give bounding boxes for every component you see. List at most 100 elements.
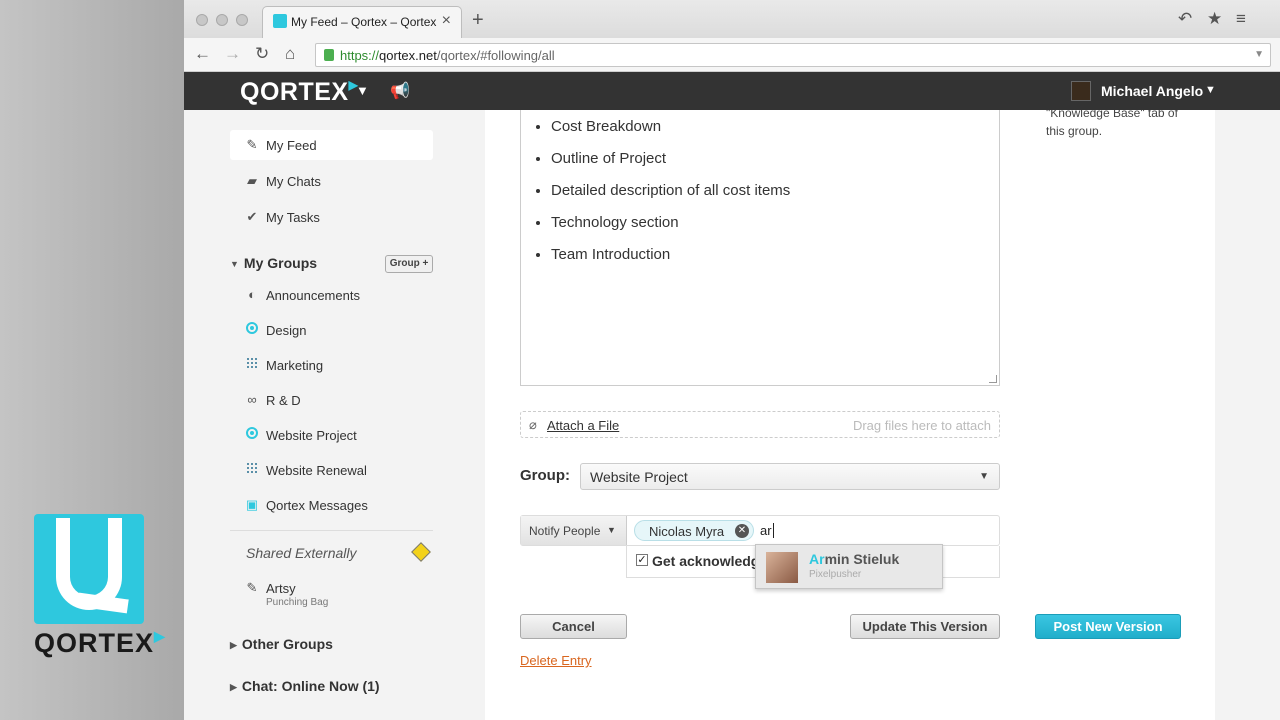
qortex-app-icon-label: QORTEX▶ (34, 628, 166, 658)
acknowledge-label: Get acknowledge (652, 553, 768, 569)
tab-title: My Feed – Qortex – Qortex (291, 15, 437, 29)
sidebar-item-label: Website Renewal (266, 463, 367, 478)
list-item: Outline of Project (551, 151, 790, 183)
sidebar-item-label: My Tasks (266, 210, 320, 225)
sidebar-item-artsy[interactable]: ✎ Artsy Punching Bag (230, 573, 433, 613)
post-new-version-button[interactable]: Post New Version (1035, 614, 1181, 639)
delete-entry-link[interactable]: Delete Entry (520, 653, 592, 668)
megaphone-icon[interactable]: 📢 (390, 81, 410, 101)
sidebar-item-sublabel: Punching Bag (266, 597, 329, 608)
sidebar-item-label: Website Project (266, 428, 357, 443)
chat-bubble-icon: ▰ (247, 173, 257, 188)
notify-people-field[interactable]: Notify People ▼ Nicolas Myra ✕ ar (520, 515, 1000, 546)
drag-hint: Drag files here to attach (852, 418, 991, 433)
group-label: Group: (520, 467, 570, 484)
sidebar-item-website-renewal[interactable]: Website Renewal (230, 455, 433, 485)
sidebar-item-label: Marketing (266, 358, 324, 373)
list-item: Technology section (551, 215, 790, 247)
shared-external-icon (411, 542, 431, 562)
secure-lock-icon (324, 49, 334, 61)
chat-online-header[interactable]: ▶ Chat: Online Now (1) (230, 678, 380, 694)
sidebar-item-r-and-d[interactable]: ∞ R & D (230, 385, 433, 415)
sidebar-item-announcements[interactable]: ◐ Announcements (230, 280, 433, 310)
sidebar-item-marketing[interactable]: Marketing (230, 350, 433, 380)
update-version-button[interactable]: Update This Version (850, 614, 1000, 639)
checkmark-icon: ✔ (246, 209, 258, 224)
avatar (766, 552, 798, 583)
content-area: ✎ My Feed ▰ My Chats ✔ My Tasks ▼ My Grou… (184, 110, 1280, 720)
resize-handle[interactable] (989, 375, 997, 383)
notify-people-button[interactable]: Notify People ▼ (521, 516, 627, 545)
home-icon[interactable]: ⌂ (285, 44, 295, 64)
entry-body-textarea[interactable]: Cost Breakdown Outline of Project Detail… (520, 110, 1000, 386)
maximize-window-button[interactable] (236, 14, 248, 26)
close-tab-icon[interactable]: × (442, 12, 451, 30)
paperclip-icon: ⌀ (529, 417, 537, 432)
forward-icon[interactable]: → (224, 44, 241, 64)
qortex-app-icon (34, 514, 144, 624)
sidebar-item-label: R & D (266, 393, 301, 408)
user-name[interactable]: Michael Angelo (1101, 83, 1203, 99)
sidebar-item-my-tasks[interactable]: ✔ My Tasks (230, 202, 433, 232)
sidebar-item-label: My Feed (266, 138, 317, 153)
sidebar-item-qortex-messages[interactable]: ▣ Qortex Messages (230, 490, 433, 520)
sidebar-item-label: Design (266, 323, 307, 338)
other-groups-header[interactable]: ▶ Other Groups (230, 636, 333, 652)
sidebar-item-label: Qortex Messages (266, 498, 368, 513)
logo-menu-caret-icon[interactable]: ▼ (356, 83, 369, 98)
qortex-icon: ▣ (245, 497, 259, 512)
compass-icon: ◐ (248, 287, 256, 302)
ring-icon (244, 322, 260, 337)
group-select[interactable]: Website Project ▼ (580, 463, 1000, 490)
url-text: https://qortex.net/qortex/#following/all (340, 48, 555, 63)
group-select-value: Website Project (590, 469, 688, 485)
ring-icon (244, 427, 260, 442)
remove-token-icon[interactable]: ✕ (735, 524, 749, 538)
add-group-button[interactable]: Group + (385, 255, 433, 273)
attach-dropzone[interactable]: ⌀ Attach a File Drag files here to attac… (520, 411, 1000, 438)
chevron-down-icon: ▼ (979, 471, 989, 482)
sidebar-item-design[interactable]: Design (230, 315, 433, 345)
list-item: Cost Breakdown (551, 119, 790, 151)
wrench-icon: ✎ (246, 580, 258, 595)
grid-icon (244, 462, 260, 477)
address-dropdown-icon[interactable]: ▼ (1254, 49, 1264, 60)
browser-window: My Feed – Qortex – Qortex × + ↶ ★ ≡ ← → … (184, 0, 1280, 720)
browser-tab[interactable]: My Feed – Qortex – Qortex × (262, 6, 462, 38)
autocomplete-suggestion[interactable]: Armin Stieluk Pixelpusher (755, 544, 943, 589)
minimize-window-button[interactable] (216, 14, 228, 26)
app-header: QORTEX▶ ▼ 📢 Michael Angelo ▼ (184, 72, 1280, 110)
sidebar-item-my-chats[interactable]: ▰ My Chats (230, 166, 433, 196)
bookmark-star-icon[interactable]: ★ (1207, 9, 1222, 29)
suggestion-role: Pixelpusher (809, 569, 862, 580)
list-item: Team Introduction (551, 247, 790, 279)
wrench-icon: ✎ (246, 137, 258, 152)
my-groups-header[interactable]: ▼ My Groups (230, 255, 317, 271)
address-bar[interactable]: https://qortex.net/qortex/#following/all… (315, 43, 1271, 67)
chevron-down-icon: ▼ (607, 525, 616, 535)
undo-icon[interactable]: ↶ (1178, 9, 1192, 29)
sidebar-item-label: Announcements (266, 288, 360, 303)
sidebar-item-website-project[interactable]: Website Project (230, 420, 433, 450)
back-icon[interactable]: ← (194, 44, 211, 64)
user-avatar[interactable] (1071, 81, 1091, 101)
recipient-token: Nicolas Myra ✕ (634, 520, 754, 541)
reload-icon[interactable]: ↻ (255, 44, 269, 64)
close-window-button[interactable] (196, 14, 208, 26)
new-tab-icon[interactable]: + (472, 9, 484, 32)
sidebar-divider (230, 530, 433, 531)
tab-bar: My Feed – Qortex – Qortex × + ↶ ★ ≡ (184, 0, 1280, 38)
recipient-input[interactable]: ar (760, 523, 774, 538)
qortex-favicon-icon (273, 14, 287, 28)
entry-editor-panel: Cost Breakdown Outline of Project Detail… (485, 110, 1215, 720)
qortex-logo[interactable]: QORTEX▶ (240, 78, 358, 107)
glasses-icon: ∞ (247, 392, 257, 407)
attach-file-link[interactable]: Attach a File (547, 418, 619, 433)
acknowledge-checkbox[interactable]: ✓ (636, 554, 648, 566)
cancel-button[interactable]: Cancel (520, 614, 627, 639)
grid-icon (244, 357, 260, 372)
menu-icon[interactable]: ≡ (1236, 9, 1246, 29)
user-menu-caret-icon[interactable]: ▼ (1205, 84, 1216, 96)
sidebar-item-label: Artsy (266, 581, 296, 596)
sidebar-item-my-feed[interactable]: ✎ My Feed (230, 130, 433, 160)
